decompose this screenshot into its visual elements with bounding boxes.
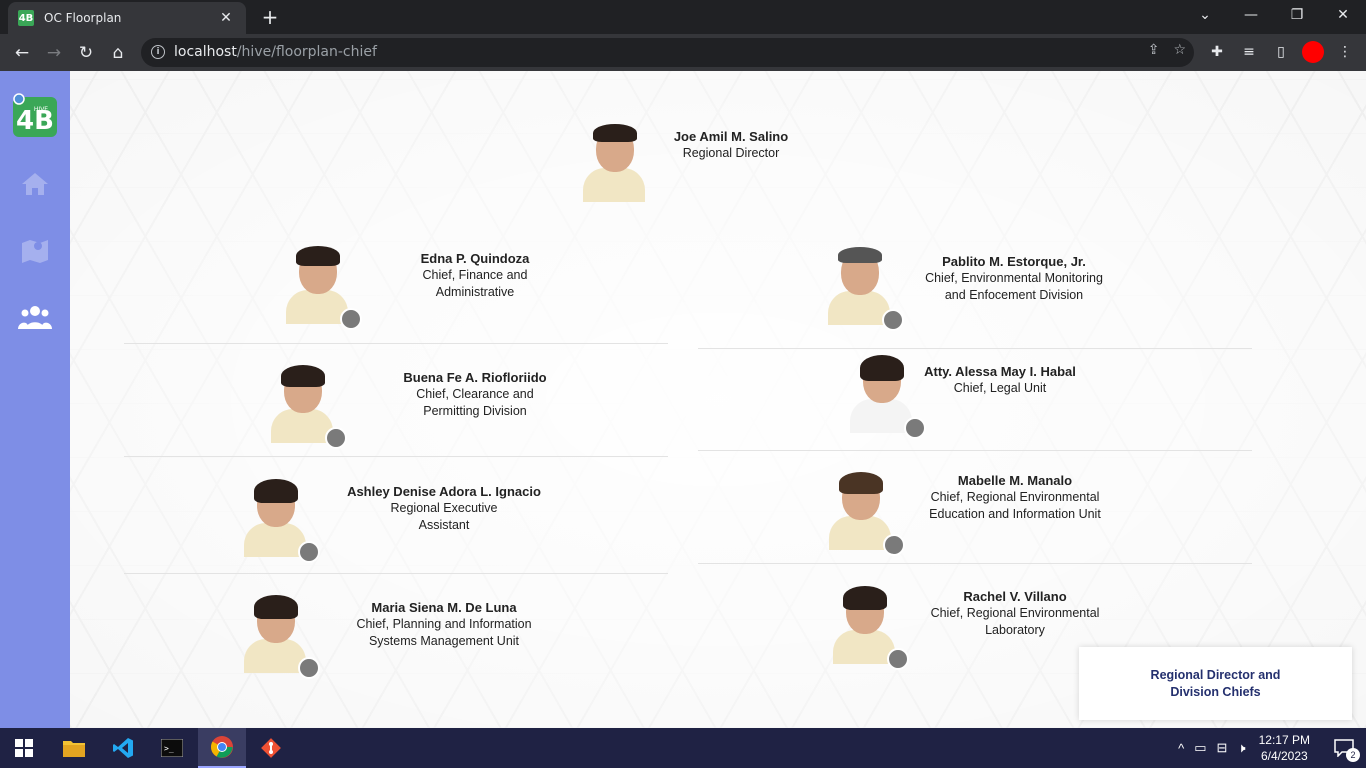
url-text[interactable]: localhost/hive/floorplan-chief: [174, 44, 377, 60]
director-photo: [581, 124, 647, 202]
person-title: Regional Director: [682, 146, 780, 160]
person-photo: [269, 365, 347, 449]
window-controls: ⌄ — ❐ ✕: [1182, 0, 1366, 34]
system-tray: ^ ▭ ⊟ 🕨 12:17 PM 6/4/2023 2: [1173, 728, 1366, 768]
person-card[interactable]: Edna P. Quindoza Chief, Finance and Admi…: [284, 246, 570, 330]
legend-line: Division Chiefs: [1170, 684, 1261, 699]
menu-icon[interactable]: ⋮: [1334, 41, 1356, 63]
status-indicator: [887, 648, 909, 670]
network-icon[interactable]: ⊟: [1217, 740, 1228, 756]
side-panel-icon[interactable]: ▯: [1270, 41, 1292, 63]
person-photo: [827, 472, 905, 556]
status-indicator: [340, 308, 362, 330]
person-name: Buena Fe A. Riofloriido: [403, 369, 547, 385]
person-name: Ashley Denise Adora L. Ignacio: [347, 483, 541, 499]
reload-button[interactable]: ↻: [73, 40, 99, 66]
person-photo: [831, 586, 909, 670]
notification-badge: 2: [1346, 748, 1360, 762]
file-explorer-icon[interactable]: [50, 728, 98, 768]
clock[interactable]: 12:17 PM 6/4/2023: [1259, 732, 1310, 764]
divider: [124, 343, 668, 344]
forward-button[interactable]: →: [41, 40, 67, 66]
person-name: Mabelle M. Manalo: [957, 472, 1073, 488]
person-photo: [848, 355, 926, 439]
status-indicator: [882, 309, 904, 331]
person-name: Atty. Alessa May I. Habal: [924, 364, 1076, 379]
tab-close-icon[interactable]: ✕: [216, 10, 236, 26]
divider: [124, 573, 668, 574]
status-indicator: [298, 657, 320, 679]
person-card[interactable]: Maria Siena M. De Luna Chief, Planning a…: [242, 595, 554, 679]
restore-button[interactable]: ❐: [1274, 0, 1320, 30]
chrome-icon[interactable]: [198, 728, 246, 768]
divider: [698, 563, 1252, 564]
status-indicator: [298, 541, 320, 563]
browser-tab[interactable]: 4B OC Floorplan ✕: [8, 2, 246, 34]
start-button[interactable]: [0, 728, 48, 768]
terminal-icon[interactable]: >_: [148, 728, 196, 768]
person-photo: [242, 595, 320, 679]
person-card[interactable]: Mabelle M. Manalo Chief, Regional Enviro…: [827, 472, 1125, 556]
person-photo: [284, 246, 362, 330]
home-button[interactable]: ⌂: [105, 40, 131, 66]
person-card[interactable]: Atty. Alessa May I. Habal Chief, Legal U…: [848, 355, 1100, 439]
back-button[interactable]: ←: [9, 40, 35, 66]
person-photo: [826, 247, 904, 331]
hive-logo[interactable]: 4B HIVE: [11, 91, 59, 139]
os-taskbar: >_ ^ ▭ ⊟ 🕨 12:17 PM 6/4/2023 2: [0, 728, 1366, 768]
status-indicator: [904, 417, 926, 439]
tab-search-icon[interactable]: ⌄: [1182, 0, 1228, 30]
person-card[interactable]: Ashley Denise Adora L. Ignacio Regional …: [242, 479, 554, 563]
notification-icon[interactable]: 2: [1322, 728, 1366, 768]
bookmark-star-icon[interactable]: ☆: [1173, 42, 1186, 58]
site-info-icon[interactable]: i: [151, 45, 165, 59]
legend-panel: Regional Director and Division Chiefs: [1079, 647, 1352, 720]
divider: [698, 348, 1252, 349]
status-indicator: [325, 427, 347, 449]
person-name: Pablito M. Estorque, Jr.: [942, 253, 1086, 269]
person-card[interactable]: Pablito M. Estorque, Jr. Chief, Environm…: [826, 247, 1124, 331]
browser-tab-bar: 4B OC Floorplan ✕ + ⌄ — ❐ ✕: [0, 0, 1366, 34]
app-sidebar: 4B HIVE: [0, 71, 70, 728]
person-name: Rachel V. Villano: [963, 588, 1067, 604]
vscode-icon[interactable]: [99, 728, 147, 768]
person-photo: [242, 479, 320, 563]
person-name: Edna P. Quindoza: [420, 250, 530, 266]
volume-icon[interactable]: 🕨: [1237, 740, 1245, 756]
address-bar[interactable]: i localhost/hive/floorplan-chief ⇪ ☆: [141, 38, 1194, 67]
browser-toolbar: ← → ↻ ⌂ i localhost/hive/floorplan-chief…: [0, 34, 1366, 71]
person-name: Joe Amil M. Salino: [673, 129, 789, 144]
svg-text:>_: >_: [164, 744, 174, 753]
minimize-button[interactable]: —: [1228, 0, 1274, 30]
extensions-icon[interactable]: ✚: [1206, 41, 1228, 63]
favicon-icon: 4B: [18, 10, 34, 26]
legend-line: Regional Director and: [1150, 667, 1281, 682]
tab-title: OC Floorplan: [44, 11, 122, 25]
chevron-up-icon[interactable]: ^: [1178, 741, 1184, 756]
share-icon[interactable]: ⇪: [1148, 42, 1160, 58]
divider: [124, 456, 668, 457]
battery-icon[interactable]: ▭: [1194, 740, 1206, 756]
svg-text:HIVE: HIVE: [34, 106, 48, 113]
map-icon[interactable]: [18, 234, 52, 268]
close-window-button[interactable]: ✕: [1320, 0, 1366, 30]
profile-avatar[interactable]: [1302, 41, 1324, 63]
person-card[interactable]: Buena Fe A. Riofloriido Chief, Clearance…: [269, 365, 570, 449]
git-app-icon[interactable]: [247, 728, 295, 768]
divider: [698, 450, 1252, 451]
org-chart-area: Joe Amil M. Salino Regional Director Edn…: [70, 71, 1366, 728]
reading-list-icon[interactable]: ≡: [1238, 41, 1260, 63]
home-icon[interactable]: [18, 167, 52, 201]
person-name: Maria Siena M. De Luna: [371, 599, 517, 615]
director-card[interactable]: Joe Amil M. Salino Regional Director: [581, 124, 811, 202]
users-icon[interactable]: [18, 300, 52, 334]
status-indicator: [883, 534, 905, 556]
new-tab-button[interactable]: +: [258, 5, 282, 29]
